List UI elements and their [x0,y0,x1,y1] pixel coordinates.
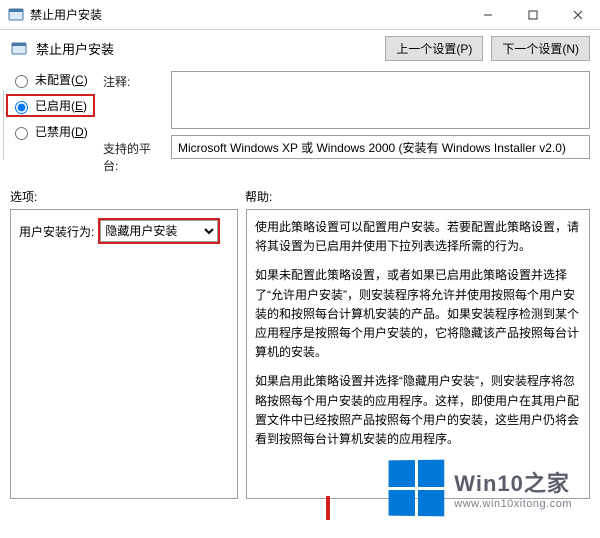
minimize-button[interactable] [465,0,510,29]
radio-label: 未配置 [35,73,71,87]
highlight-box: 已启用(E) [6,94,95,117]
title-bar: 禁止用户安装 [0,0,600,30]
radio-label: 已启用 [35,99,71,113]
help-panel: 使用此策略设置可以配置用户安装。若要配置此策略设置，请将其设置为已启用并使用下拉… [246,209,590,499]
help-text: 如果未配置此策略设置，或者如果已启用此策略设置并选择了“允许用户安装”，则安装程… [255,266,581,362]
radio-enabled[interactable]: 已启用(E) [10,97,91,114]
highlight-marker [326,496,330,520]
options-panel: 用户安装行为: 隐藏用户安装 [10,209,238,499]
comment-label: 注释: [103,73,163,90]
maximize-button[interactable] [510,0,555,29]
prev-setting-button[interactable]: 上一个设置(P) [385,36,483,61]
platform-field [171,135,590,159]
field-labels: 注释: 支持的平台: [103,71,163,174]
policy-title: 禁止用户安装 [36,39,377,58]
radio-enabled-input[interactable] [15,101,28,114]
policy-icon [10,40,28,58]
options-label: 选项: [10,188,245,205]
radio-disabled[interactable]: 已禁用(D) [10,123,95,140]
help-label: 帮助: [245,188,590,205]
watermark-url: www.win10xitong.com [454,498,572,510]
platform-label: 支持的平台: [103,140,163,174]
next-setting-button[interactable]: 下一个设置(N) [491,36,590,61]
help-text: 如果启用此策略设置并选择“隐藏用户安装”，则安装程序将忽略按照每个用户安装的应用… [255,372,581,449]
field-values [171,71,590,174]
radio-not-configured[interactable]: 未配置(C) [10,71,95,88]
behavior-select[interactable]: 隐藏用户安装 [100,220,218,242]
radio-not-configured-input[interactable] [15,75,28,88]
highlight-box: 隐藏用户安装 [98,218,220,244]
behavior-label: 用户安装行为: [19,223,94,240]
edge-decoration [0,90,4,160]
config-area: 未配置(C) 已启用(E) 已禁用(D) 注释: 支持的平台: [10,71,590,174]
window-controls [465,0,600,29]
policy-icon [8,7,24,23]
close-button[interactable] [555,0,600,29]
radio-disabled-input[interactable] [15,127,28,140]
comment-input[interactable] [171,71,590,129]
section-labels: 选项: 帮助: [10,188,590,205]
state-radio-group: 未配置(C) 已启用(E) 已禁用(D) [10,71,95,174]
lower-panels: 用户安装行为: 隐藏用户安装 使用此策略设置可以配置用户安装。若要配置此策略设置… [10,209,590,499]
header-row: 禁止用户安装 上一个设置(P) 下一个设置(N) [10,36,590,61]
help-text: 使用此策略设置可以配置用户安装。若要配置此策略设置，请将其设置为已启用并使用下拉… [255,218,581,256]
window-title: 禁止用户安装 [30,6,465,23]
radio-label: 已禁用 [35,125,71,139]
